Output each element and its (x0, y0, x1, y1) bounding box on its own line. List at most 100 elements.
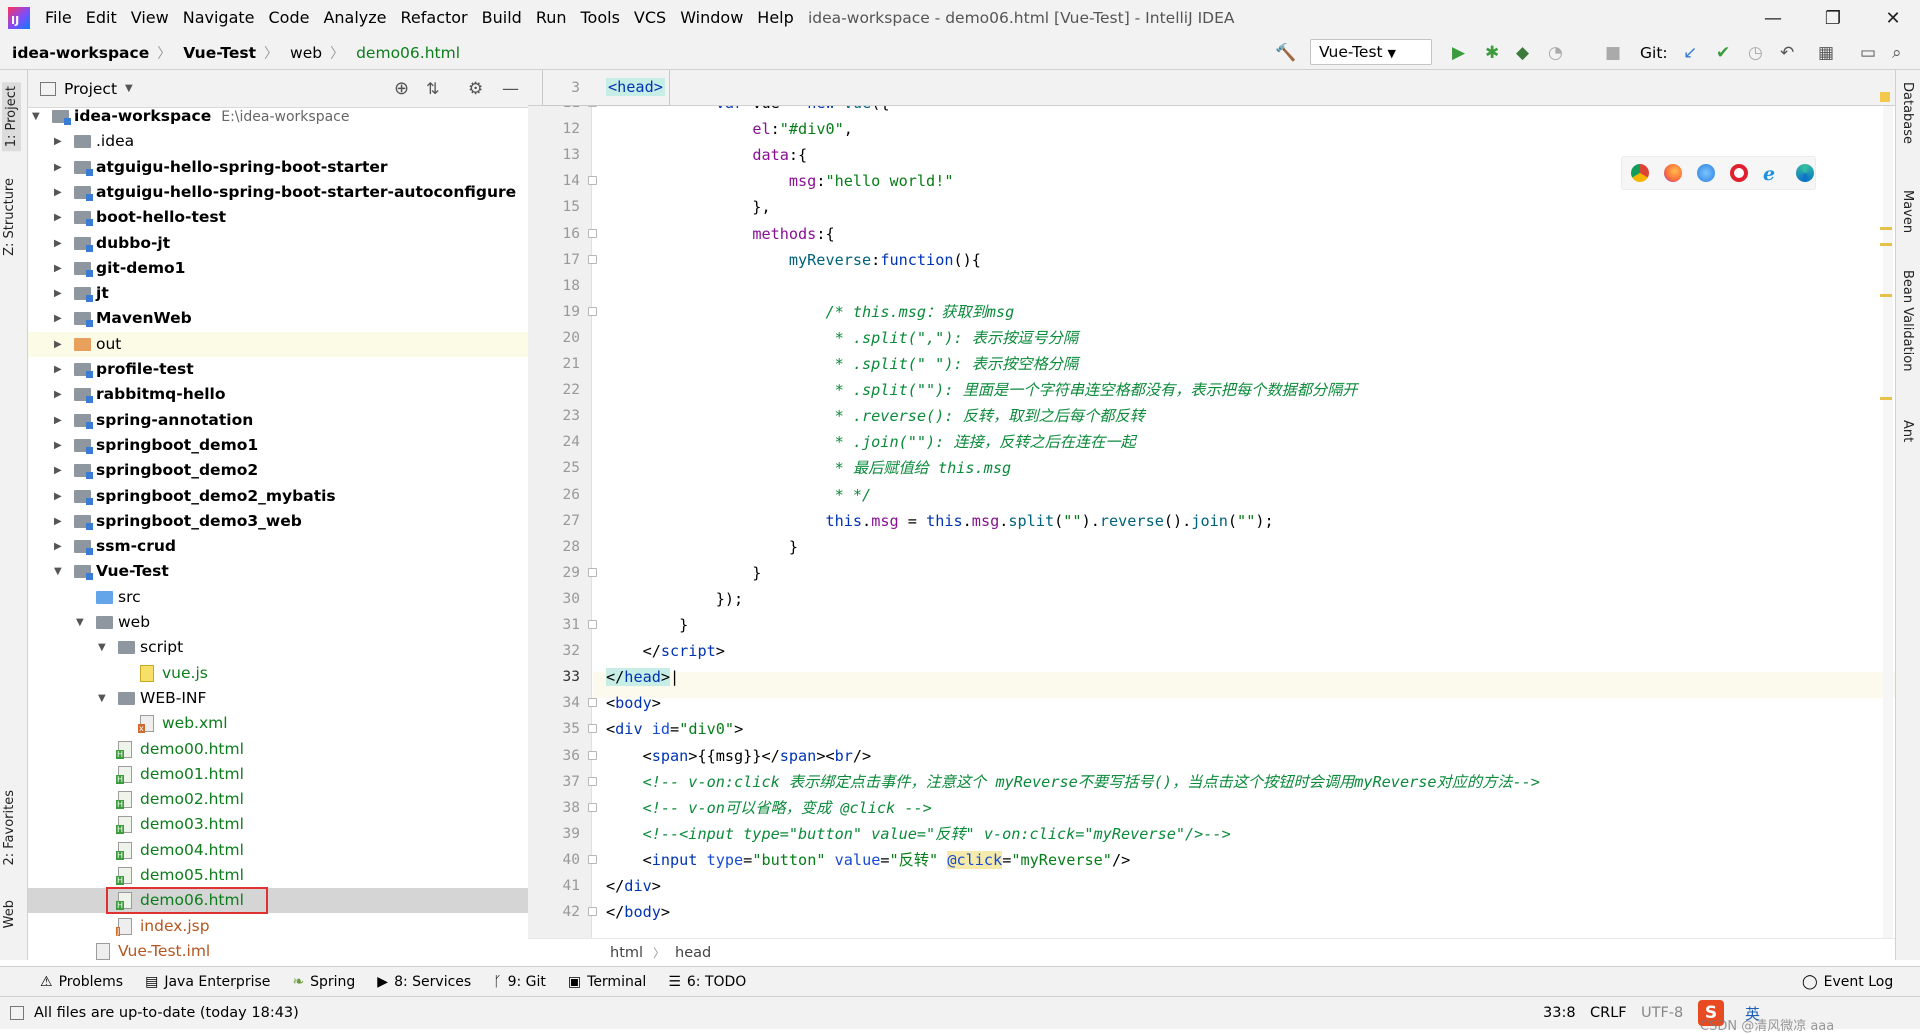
tree-item[interactable]: ▶ git-demo1 (28, 256, 528, 281)
line-number[interactable]: 12 (528, 116, 580, 142)
breadcrumb-module[interactable]: Vue-Test (171, 44, 258, 62)
code-line[interactable]: </div> (606, 873, 661, 899)
line-number[interactable]: 24 (528, 429, 580, 455)
fold-toggle-icon[interactable] (588, 776, 597, 786)
tree-item[interactable]: demo01.html (28, 762, 528, 787)
ie-icon[interactable]: e (1763, 163, 1775, 185)
tab-structure[interactable]: Z: Structure (2, 178, 17, 256)
line-number[interactable]: 35 (528, 716, 580, 742)
locate-icon[interactable]: ⊕ (394, 78, 409, 99)
fold-toggle-icon[interactable] (588, 907, 597, 917)
tree-item[interactable]: ▶ springboot_demo2 (28, 458, 528, 483)
code-editor[interactable]: 1112131415161718192021222324252627282930… (528, 106, 1895, 938)
restore-button[interactable]: ❐ (1810, 0, 1856, 36)
line-number[interactable]: 27 (528, 508, 580, 534)
tree-item[interactable]: ▶ spring-annotation (28, 408, 528, 433)
code-line[interactable]: methods:{ (606, 221, 834, 247)
stop-icon[interactable]: ■ (1605, 43, 1621, 63)
collapse-arrow-icon[interactable]: ▶ (54, 382, 62, 407)
opera-icon[interactable] (1730, 164, 1748, 182)
close-button[interactable]: ✕ (1870, 0, 1916, 36)
tree-item[interactable]: demo00.html (28, 737, 528, 762)
code-line[interactable]: myReverse:function(){ (606, 247, 981, 273)
tree-item[interactable]: ▶ dubbo-jt (28, 231, 528, 256)
collapse-arrow-icon[interactable]: ▶ (54, 433, 62, 458)
collapse-arrow-icon[interactable]: ▶ (54, 509, 62, 534)
menu-view[interactable]: View (124, 0, 176, 36)
code-line[interactable]: }); (606, 586, 743, 612)
editor-scrollbar[interactable] (1883, 106, 1893, 938)
menu-vcs[interactable]: VCS (627, 0, 673, 36)
tree-item[interactable]: ▶ MavenWeb (28, 306, 528, 331)
line-number[interactable]: 41 (528, 873, 580, 899)
tab-git[interactable]: ᚴ 9: Git (481, 974, 556, 990)
code-line[interactable]: * .split(""): 里面是一个字符串连空格都没有，表示把每个数据都分隔开 (606, 377, 1358, 403)
collapse-arrow-icon[interactable]: ▶ (54, 155, 62, 180)
line-number[interactable]: 32 (528, 638, 580, 664)
breadcrumb-folder[interactable]: web (278, 44, 324, 62)
tree-item[interactable]: vue.js (28, 661, 528, 686)
error-stripe-mark[interactable] (1880, 397, 1892, 400)
collapse-arrow-icon[interactable]: ▶ (54, 458, 62, 483)
line-number[interactable]: 30 (528, 586, 580, 612)
code-line[interactable]: <div id="div0"> (606, 716, 743, 742)
crumb-html[interactable]: html (610, 945, 643, 961)
tree-item[interactable]: ▼ Vue-Test (28, 559, 528, 584)
tab-services[interactable]: ▶ 8: Services (365, 974, 481, 990)
fold-toggle-icon[interactable] (588, 106, 597, 107)
edge-icon[interactable] (1796, 164, 1814, 182)
minimize-button[interactable]: — (1750, 0, 1796, 36)
line-number[interactable]: 15 (528, 194, 580, 220)
tree-item[interactable]: ▶ profile-test (28, 357, 528, 382)
collapse-arrow-icon[interactable]: ▶ (54, 306, 62, 331)
run-configuration-select[interactable]: Vue-Test ▼ (1310, 39, 1432, 65)
fold-toggle-icon[interactable] (588, 802, 597, 812)
menu-navigate[interactable]: Navigate (176, 0, 262, 36)
code-line[interactable]: } (606, 560, 761, 586)
tab-web[interactable]: Web (2, 900, 17, 928)
collapse-arrow-icon[interactable]: ▶ (54, 256, 62, 281)
code-line[interactable]: * .join(""): 连接，反转之后在连在一起 (606, 429, 1136, 455)
code-line[interactable]: <span>{{msg}}</span><br/> (606, 743, 872, 769)
line-number[interactable]: 25 (528, 455, 580, 481)
code-line[interactable]: this.msg = this.msg.split("").reverse().… (606, 508, 1273, 534)
menu-tools[interactable]: Tools (574, 0, 627, 36)
tree-item[interactable]: ▼ script (28, 635, 528, 660)
analysis-warning-icon[interactable] (1880, 92, 1890, 102)
tree-item[interactable]: index.jsp (28, 914, 528, 939)
fold-toggle-icon[interactable] (588, 698, 597, 708)
tab-database[interactable]: Database (1900, 82, 1915, 144)
fold-toggle-icon[interactable] (588, 228, 597, 238)
git-history-icon[interactable]: ◷ (1748, 43, 1763, 63)
collapse-arrow-icon[interactable]: ▶ (54, 484, 62, 509)
firefox-icon[interactable] (1664, 164, 1682, 182)
collapse-arrow-icon[interactable]: ▶ (54, 180, 62, 205)
chrome-icon[interactable] (1631, 164, 1649, 182)
tree-item[interactable]: ▶ jt (28, 281, 528, 306)
tree-item[interactable]: ▶ springboot_demo3_web (28, 509, 528, 534)
tab-todo[interactable]: ☰ 6: TODO (656, 974, 756, 990)
expand-arrow-icon[interactable]: ▼ (54, 559, 62, 584)
line-number[interactable]: 38 (528, 795, 580, 821)
line-number[interactable]: 37 (528, 769, 580, 795)
breadcrumb-workspace[interactable]: idea-workspace (0, 44, 151, 62)
project-panel-title[interactable]: Project (64, 80, 117, 98)
line-number[interactable]: 14 (528, 168, 580, 194)
status-toggle-icon[interactable] (10, 1006, 24, 1020)
menu-help[interactable]: Help (750, 0, 800, 36)
tree-item[interactable]: ▶ ssm-crud (28, 534, 528, 559)
tree-item[interactable]: ▶ springboot_demo2_mybatis (28, 484, 528, 509)
tree-item[interactable]: ▼ web (28, 610, 528, 635)
tab-maven[interactable]: Maven (1900, 190, 1915, 233)
code-line[interactable]: <!-- v-on:click 表示绑定点击事件，注意这个 myReverse不… (606, 769, 1540, 795)
line-number[interactable]: 29 (528, 560, 580, 586)
collapse-arrow-icon[interactable]: ▶ (54, 205, 62, 230)
line-number[interactable]: 33 (528, 664, 580, 690)
tree-item[interactable]: ▶ boot-hello-test (28, 205, 528, 230)
git-rollback-icon[interactable]: ↶ (1780, 43, 1794, 63)
fold-toggle-icon[interactable] (588, 176, 597, 186)
expand-arrow-icon[interactable]: ▼ (98, 635, 106, 660)
line-number[interactable]: 28 (528, 534, 580, 560)
collapse-arrow-icon[interactable]: ▶ (54, 281, 62, 306)
collapse-arrow-icon[interactable]: ▶ (54, 534, 62, 559)
